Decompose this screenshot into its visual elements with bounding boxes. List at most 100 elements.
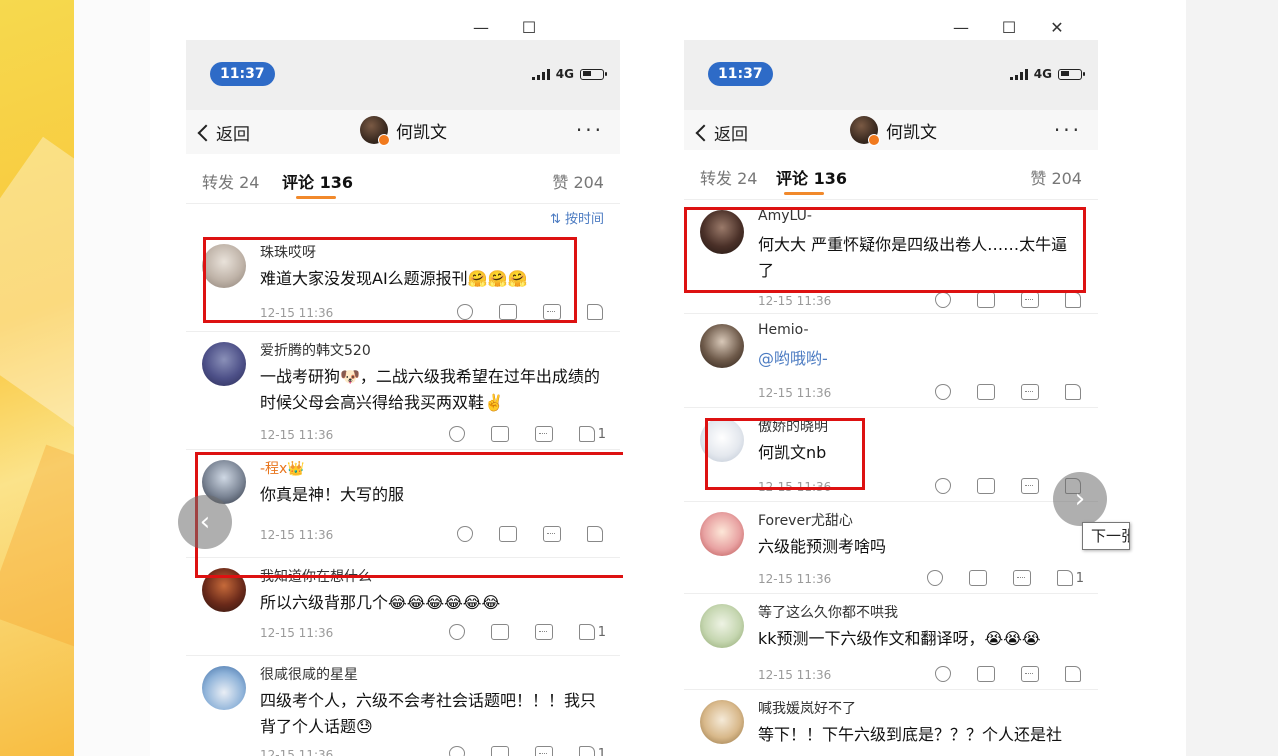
minimize-button[interactable]: — [470,18,492,37]
comment-actions [935,384,1084,400]
comment-item: Forever尤甜心 六级能预测考啥吗 12-15 11:36 1 [684,502,1098,594]
maximize-button[interactable]: ☐ [998,18,1020,37]
profile-header[interactable]: 何凯文 [360,116,447,146]
like-button[interactable]: 1 [1056,570,1084,586]
share-icon[interactable] [499,526,517,542]
comment-username[interactable]: 等了这么久你都不哄我 [758,602,898,622]
network-type: 4G [555,67,574,81]
comment-mention-link[interactable]: @哟哦哟- [758,346,1098,372]
share-icon[interactable] [499,304,517,320]
reply-icon[interactable] [543,304,561,320]
avatar[interactable] [202,568,246,612]
back-button[interactable]: 返回 [197,120,250,145]
share-icon[interactable] [490,624,509,640]
prev-image-button[interactable]: ‹ [178,495,232,549]
avatar[interactable] [202,244,246,288]
reply-icon[interactable] [534,746,553,756]
report-icon[interactable] [448,746,465,756]
share-icon[interactable] [977,292,995,308]
report-icon[interactable] [935,478,951,494]
report-icon[interactable] [935,666,951,682]
report-icon[interactable] [457,304,473,320]
comment-username[interactable]: 很咸很咸的星星 [260,664,358,684]
share-icon[interactable] [490,746,509,756]
comment-time: 12-15 11:36 [758,572,832,586]
avatar[interactable] [700,604,744,648]
share-icon[interactable] [977,478,995,494]
report-icon[interactable] [926,570,943,586]
comment-username[interactable]: 珠珠哎呀 [260,242,316,262]
minimize-button[interactable]: — [950,18,972,37]
share-icon[interactable] [968,570,987,586]
maximize-button[interactable]: ☐ [518,18,540,37]
comment-username[interactable]: Hemio- [758,322,809,338]
tab-repost[interactable]: 转发 24 [700,165,757,189]
next-image-button[interactable]: › [1053,472,1107,526]
report-icon[interactable] [448,624,465,640]
like-button[interactable]: 1 [578,624,606,640]
comment-username[interactable]: Forever尤甜心 [758,510,853,530]
reply-icon[interactable] [534,624,553,640]
reply-icon[interactable] [1021,292,1039,308]
comment-username[interactable]: AmyLU- [758,208,812,224]
comment-username[interactable]: -程x👑 [260,458,305,478]
like-button[interactable] [1065,384,1084,400]
share-icon[interactable] [977,384,995,400]
battery-icon [1058,68,1085,80]
avatar[interactable] [700,210,744,254]
comment-text: 所以六级背那几个😂😂😂😂😂😂 [260,593,501,612]
reply-icon[interactable] [1012,570,1031,586]
chevron-left-icon [197,124,215,141]
battery-icon [580,68,607,80]
like-button[interactable]: 1 [578,426,606,442]
report-icon[interactable] [457,526,473,542]
share-icon[interactable] [490,426,509,442]
like-button[interactable] [1065,292,1084,308]
comment-actions [935,292,1084,308]
comment-username[interactable]: 爱折腾的韩文520 [260,340,371,360]
avatar[interactable] [700,324,744,368]
more-icon[interactable]: ··· [1054,118,1082,142]
comment-text: 何凯文nb [758,443,827,462]
avatar[interactable] [700,418,744,462]
back-button[interactable]: 返回 [695,120,748,145]
avatar[interactable] [700,512,744,556]
profile-header[interactable]: 何凯文 [850,116,937,146]
close-button[interactable]: ✕ [1046,18,1068,37]
thumb-up-icon [587,526,603,542]
comment-actions: 1 [448,624,606,640]
like-button[interactable] [587,526,606,542]
comment-username[interactable]: 喊我媛岚好不了 [758,698,856,718]
tab-comment[interactable]: 评论 136 [282,169,353,193]
report-icon[interactable] [935,384,951,400]
status-indicators: 4G [531,67,607,81]
avatar[interactable] [700,700,744,744]
comment-username[interactable]: 傲娇的晓明 [758,416,828,436]
like-button[interactable]: 1 [578,746,606,756]
comment-actions: 1 [448,746,606,756]
comment-time: 12-15 11:36 [260,528,334,542]
tab-like[interactable]: 赞 204 [552,169,604,193]
report-icon[interactable] [448,426,465,442]
like-button[interactable] [1065,666,1084,682]
avatar[interactable] [202,666,246,710]
chevron-right-icon: › [1074,484,1086,514]
reply-icon[interactable] [543,526,561,542]
report-icon[interactable] [935,292,951,308]
like-button[interactable] [587,304,606,320]
tab-comment[interactable]: 评论 136 [776,165,847,189]
avatar [850,116,880,146]
avatar[interactable] [202,342,246,386]
comment-username[interactable]: 我知道你在想什么 [260,566,372,586]
sort-by-time-button[interactable]: ⇅ 按时间 [550,208,604,227]
reply-icon[interactable] [1021,666,1039,682]
reply-icon[interactable] [1021,384,1039,400]
share-icon[interactable] [977,666,995,682]
tab-repost[interactable]: 转发 24 [202,169,259,193]
comment-time: 12-15 11:36 [260,748,334,756]
reply-icon[interactable] [534,426,553,442]
tab-like[interactable]: 赞 204 [1030,165,1082,189]
more-icon[interactable]: ··· [576,118,604,142]
back-label: 返回 [216,125,250,145]
reply-icon[interactable] [1021,478,1039,494]
